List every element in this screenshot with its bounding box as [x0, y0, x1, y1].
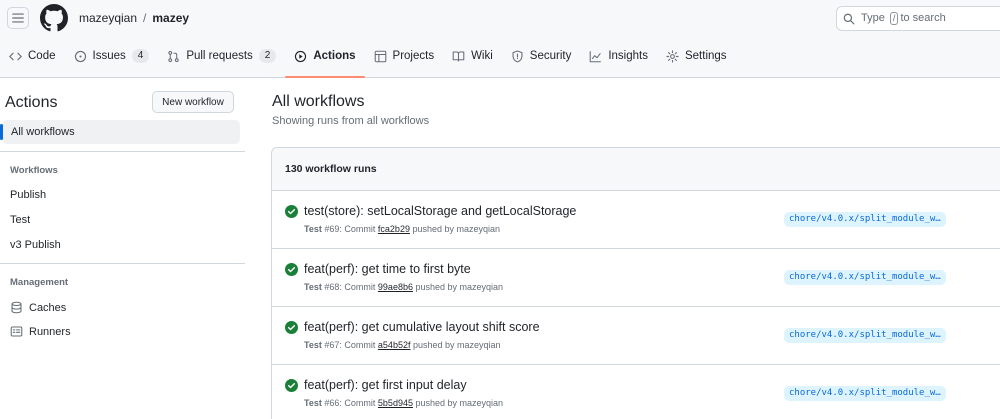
- workflow-run-meta: Test #69: Commit fca2b29 pushed by mazey…: [304, 224, 501, 234]
- check-circle-icon: [285, 379, 298, 392]
- workflow-run-meta: Test #68: Commit 99ae8b6 pushed by mazey…: [304, 282, 504, 292]
- sidebar-item-caches[interactable]: Caches: [10, 301, 66, 314]
- code-icon: [9, 52, 22, 60]
- commit-sha-link[interactable]: fca2b29: [378, 224, 410, 234]
- breadcrumb-owner[interactable]: mazeyqian: [79, 11, 137, 25]
- actions-sidebar: Actions New workflow All workflows Workf…: [0, 79, 255, 419]
- hamburger-icon: [12, 13, 24, 23]
- play-icon: [295, 50, 307, 62]
- tab-insights[interactable]: Insights: [580, 42, 657, 70]
- management-heading: Management: [10, 277, 69, 288]
- tab-label: Pull requests: [186, 50, 253, 62]
- tab-security[interactable]: Security: [502, 42, 581, 70]
- workflow-run-title[interactable]: test(store): setLocalStorage and getLoca…: [304, 204, 576, 218]
- cache-icon: [11, 301, 22, 314]
- check-circle-icon: [285, 205, 298, 218]
- tab-actions[interactable]: Actions: [285, 42, 365, 78]
- hamburger-menu-button[interactable]: [7, 7, 29, 29]
- book-icon: [452, 51, 465, 61]
- issue-icon: [74, 50, 86, 62]
- repo-nav-tabs: Code Issues 4 Pull requests 2 Actions Pr…: [0, 42, 736, 78]
- page-subtitle: Showing runs from all workflows: [272, 115, 430, 127]
- issues-count-badge: 4: [131, 49, 150, 63]
- tab-label: Insights: [608, 50, 648, 62]
- workflow-run-title[interactable]: feat(perf): get first input delay: [304, 378, 467, 392]
- tab-projects[interactable]: Projects: [365, 42, 444, 70]
- sidebar-item-test[interactable]: Test: [10, 214, 30, 226]
- branch-badge[interactable]: chore/v4.0.x/split_module_w…: [784, 212, 946, 227]
- sidebar-item-publish[interactable]: Publish: [10, 189, 46, 201]
- tab-issues[interactable]: Issues 4: [65, 42, 159, 70]
- commit-sha-link[interactable]: 5b5d945: [378, 398, 413, 408]
- tab-label: Security: [529, 50, 572, 62]
- workflow-run-title[interactable]: feat(perf): get time to first byte: [304, 262, 471, 276]
- workflow-run-meta: Test #67: Commit a54b52f pushed by mazey…: [304, 340, 501, 350]
- tab-settings[interactable]: Settings: [657, 42, 736, 70]
- tab-label: Projects: [392, 50, 435, 62]
- new-workflow-button[interactable]: New workflow: [152, 91, 234, 113]
- sidebar-item-runners[interactable]: Runners: [10, 325, 71, 338]
- tab-wiki[interactable]: Wiki: [443, 42, 502, 70]
- tab-label: Actions: [313, 50, 356, 62]
- tab-pull-requests[interactable]: Pull requests 2: [158, 42, 285, 70]
- gear-icon: [666, 49, 679, 63]
- tab-label: Wiki: [471, 50, 493, 62]
- breadcrumb: mazeyqian / mazey: [79, 11, 189, 25]
- commit-sha-link[interactable]: 99ae8b6: [378, 282, 413, 292]
- workflow-runs-list: 130 workflow runs test(store): setLocalS…: [271, 147, 1000, 419]
- workflow-runs-count: 130 workflow runs: [272, 148, 1000, 191]
- workflow-run-row[interactable]: feat(perf): get first input delay Test #…: [272, 365, 1000, 419]
- search-input[interactable]: Type / to search: [836, 6, 1000, 31]
- sidebar-title: Actions: [5, 94, 58, 111]
- workflows-heading: Workflows: [10, 165, 58, 176]
- repo-header: mazeyqian / mazey Type / to search Code I…: [0, 0, 1000, 78]
- branch-badge[interactable]: chore/v4.0.x/split_module_w…: [784, 270, 946, 285]
- graph-icon: [590, 50, 602, 62]
- tab-code[interactable]: Code: [0, 42, 65, 70]
- branch-badge[interactable]: chore/v4.0.x/split_module_w…: [784, 386, 946, 401]
- workflow-run-title[interactable]: feat(perf): get cumulative layout shift …: [304, 320, 540, 334]
- check-circle-icon: [285, 263, 298, 276]
- pull-request-icon: [168, 50, 179, 62]
- search-placeholder: Type / to search: [861, 12, 946, 25]
- tab-label: Issues: [92, 50, 126, 62]
- search-shortcut-key: /: [889, 12, 899, 25]
- branch-badge[interactable]: chore/v4.0.x/split_module_w…: [784, 328, 946, 343]
- sidebar-item-label: Caches: [29, 301, 67, 314]
- workflow-run-row[interactable]: test(store): setLocalStorage and getLoca…: [272, 191, 1000, 249]
- sidebar-item-label: Runners: [29, 325, 71, 338]
- tab-label: Code: [28, 50, 56, 62]
- page-title: All workflows: [272, 93, 365, 110]
- tab-label: Settings: [684, 50, 727, 62]
- breadcrumb-repo[interactable]: mazey: [152, 11, 189, 25]
- workflow-run-meta: Test #66: Commit 5b5d945 pushed by mazey…: [304, 398, 504, 408]
- github-logo-icon[interactable]: [40, 4, 68, 32]
- sidebar-divider: [0, 263, 245, 264]
- check-circle-icon: [285, 321, 298, 334]
- sidebar-divider: [0, 151, 245, 152]
- search-icon: [843, 13, 855, 24]
- commit-sha-link[interactable]: a54b52f: [378, 340, 411, 350]
- breadcrumb-separator: /: [143, 11, 147, 25]
- sidebar-item-all-workflows[interactable]: All workflows: [0, 120, 240, 144]
- pull-requests-count-badge: 2: [258, 49, 277, 63]
- workflow-run-row[interactable]: feat(perf): get time to first byte Test …: [272, 249, 1000, 307]
- sidebar-item-v3-publish[interactable]: v3 Publish: [10, 239, 61, 251]
- table-icon: [374, 50, 386, 62]
- workflow-run-row[interactable]: feat(perf): get cumulative layout shift …: [272, 307, 1000, 365]
- runners-icon: [10, 326, 23, 337]
- shield-icon: [512, 50, 523, 62]
